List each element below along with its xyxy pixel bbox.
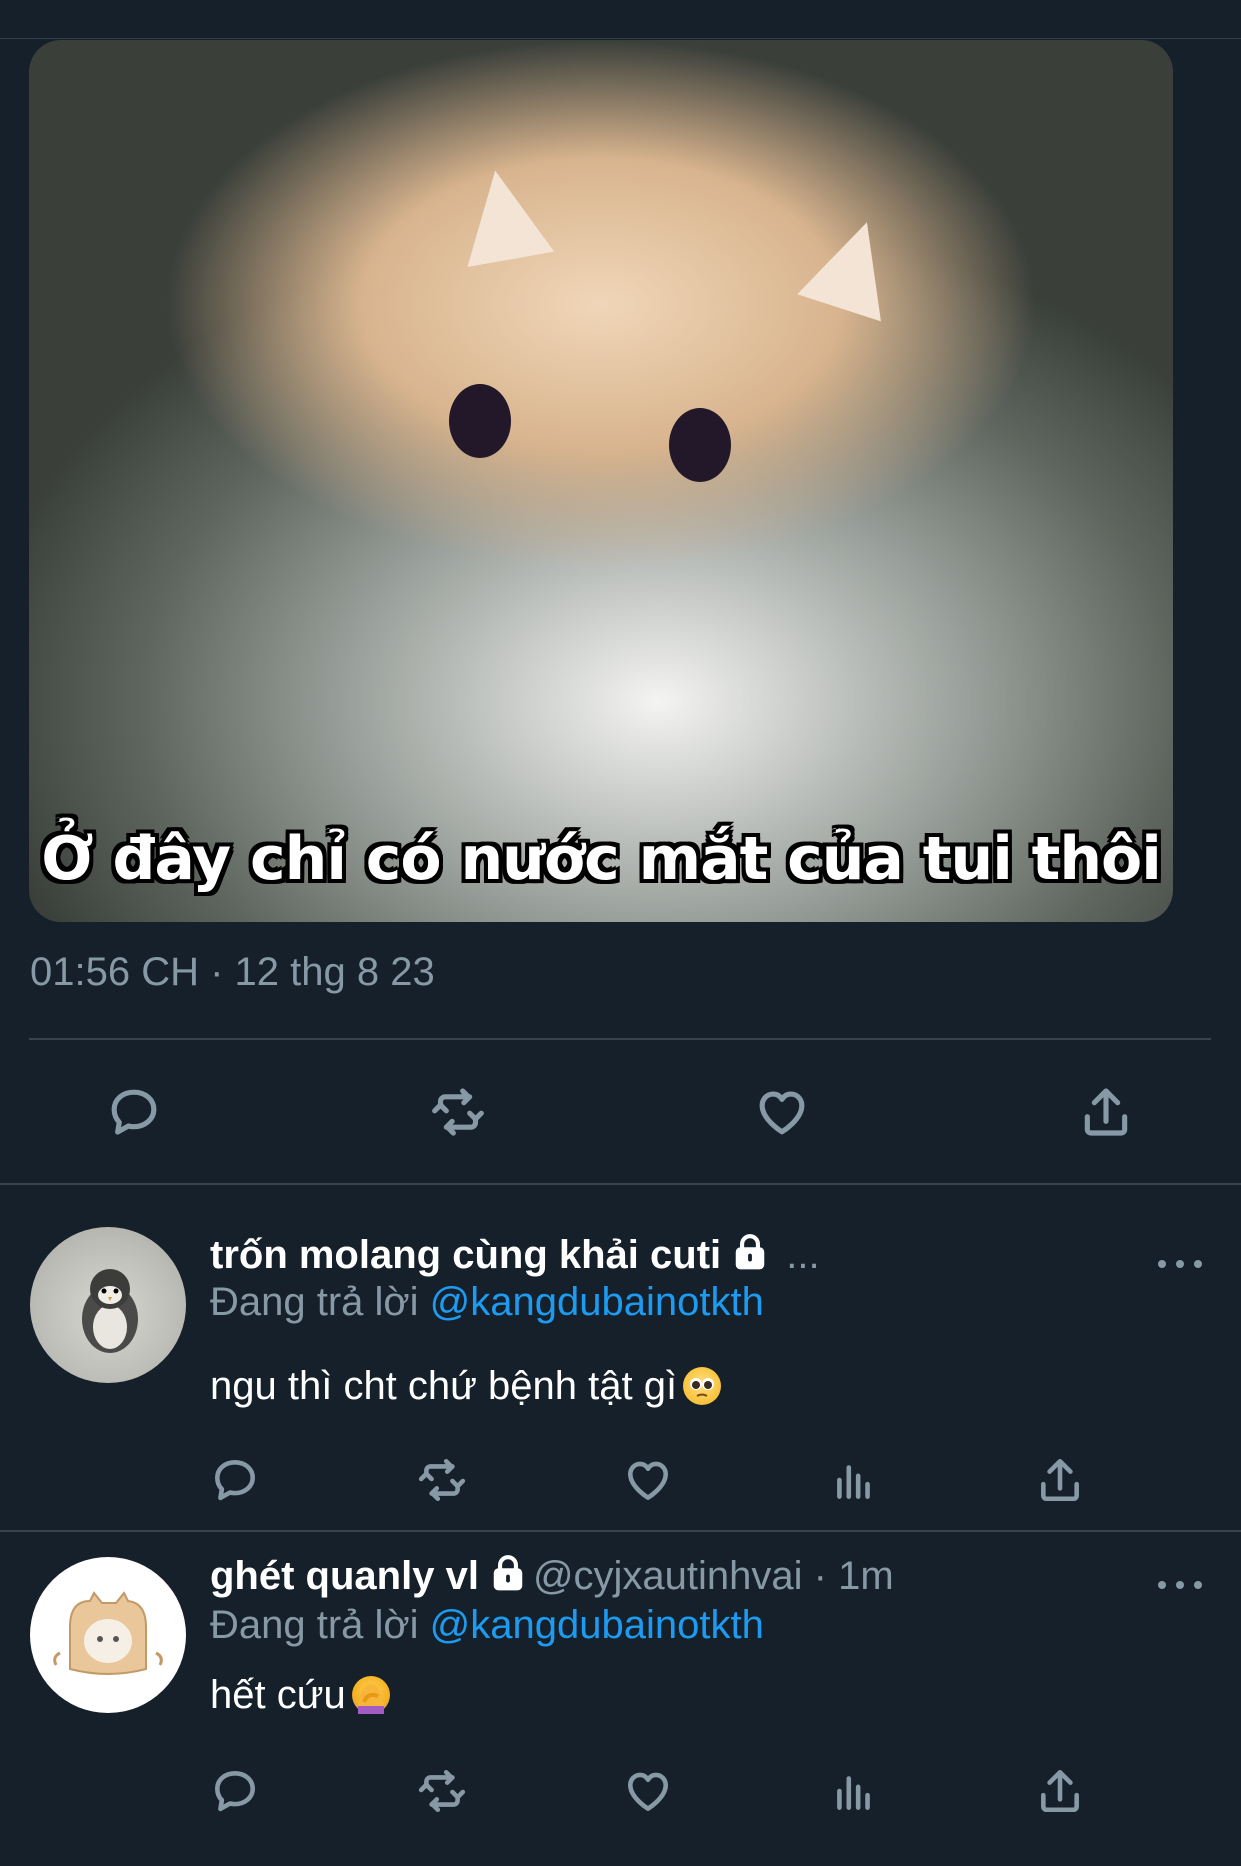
more-options-icon[interactable] (1158, 1254, 1202, 1274)
display-name[interactable]: ghét quanly vl (210, 1554, 479, 1598)
analytics-icon[interactable] (824, 1761, 884, 1821)
bread-cat-avatar[interactable] (30, 1557, 186, 1713)
reply-author-line: ghét quanly vl @cyjxautinhvai · 1m (210, 1553, 894, 1603)
top-divider (0, 38, 1241, 39)
tweet-media-image[interactable]: Ở đây chỉ có nước mắt của tui thôi (29, 40, 1173, 922)
like-icon[interactable] (752, 1082, 812, 1142)
cat-eye-right (669, 408, 731, 482)
reply-icon[interactable] (205, 1450, 265, 1510)
post-time: · 1m (813, 1554, 894, 1598)
reply-text: hết cứu (210, 1673, 390, 1718)
retweet-icon[interactable] (428, 1082, 488, 1142)
reply-icon[interactable] (205, 1761, 265, 1821)
reply-text-content: hết cứu (210, 1673, 346, 1717)
reply-tweet[interactable]: ghét quanly vl @cyjxautinhvai · 1m Đang t… (0, 1531, 1241, 1866)
more-options-icon[interactable] (1158, 1575, 1202, 1595)
share-icon[interactable] (1030, 1450, 1090, 1510)
retweet-icon[interactable] (412, 1450, 472, 1510)
lock-icon (489, 1553, 527, 1603)
replying-to-line: Đang trả lời @kangdubainotkth (210, 1603, 764, 1648)
share-icon[interactable] (1076, 1082, 1136, 1142)
retweet-icon[interactable] (412, 1761, 472, 1821)
cat-ear-left (451, 163, 555, 267)
person-facepalming-emoji (351, 1676, 390, 1714)
pleading-face-emoji (683, 1367, 722, 1405)
like-icon[interactable] (618, 1450, 678, 1510)
analytics-icon[interactable] (824, 1450, 884, 1510)
lock-icon (731, 1232, 769, 1282)
truncated-handle: ... (775, 1233, 820, 1277)
display-name[interactable]: trốn molang cùng khải cuti (210, 1233, 721, 1277)
timestamp-divider (29, 1038, 1211, 1040)
reply-icon[interactable] (104, 1082, 164, 1142)
reply-text: ngu thì cht chứ bệnh tật gì (210, 1364, 722, 1409)
share-icon[interactable] (1030, 1761, 1090, 1821)
cat-ear-right (797, 208, 909, 322)
reply-author-line: trốn molang cùng khải cuti ... (210, 1232, 820, 1282)
replying-to-mention[interactable]: @kangdubainotkth (430, 1603, 764, 1647)
tweet-timestamp[interactable]: 01:56 CH · 12 thg 8 23 (30, 950, 435, 995)
replying-prefix: Đang trả lời (210, 1280, 430, 1324)
username-handle[interactable]: @cyjxautinhvai (533, 1554, 803, 1598)
penguin-plush-avatar[interactable] (30, 1227, 186, 1383)
replying-prefix: Đang trả lời (210, 1603, 430, 1647)
media-caption: Ở đây chỉ có nước mắt của tui thôi (41, 824, 1162, 894)
like-icon[interactable] (618, 1761, 678, 1821)
replying-to-mention[interactable]: @kangdubainotkth (430, 1280, 764, 1324)
cat-eye-left (449, 384, 511, 458)
reply-text-content: ngu thì cht chứ bệnh tật gì (210, 1364, 678, 1408)
reply-tweet[interactable]: trốn molang cùng khải cuti ... Đang trả … (0, 1184, 1241, 1530)
replying-to-line: Đang trả lời @kangdubainotkth (210, 1280, 764, 1325)
